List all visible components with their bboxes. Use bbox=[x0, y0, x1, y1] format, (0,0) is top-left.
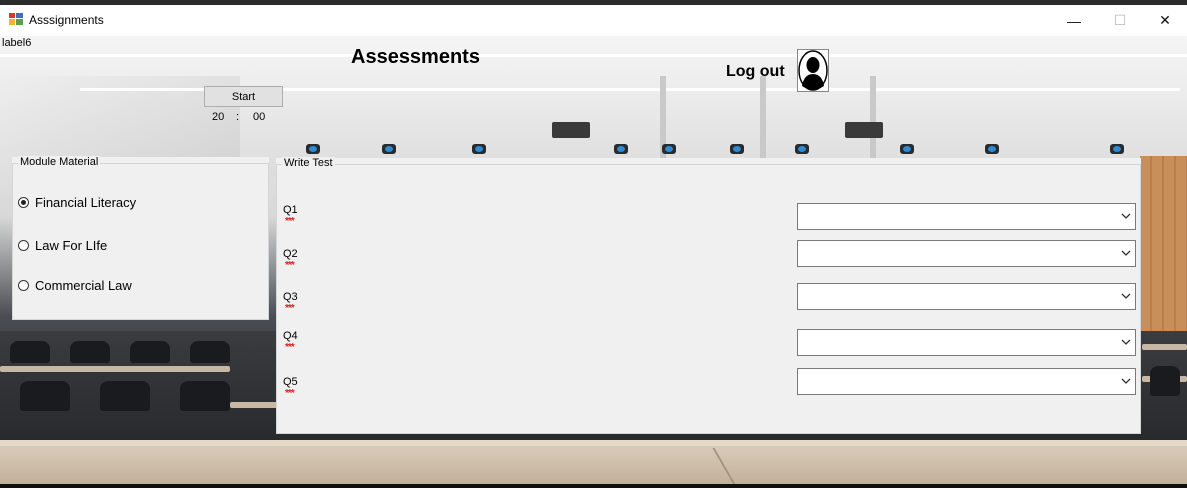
radio-unchecked-icon bbox=[18, 240, 29, 251]
close-button[interactable]: ✕ bbox=[1142, 5, 1187, 36]
user-silhouette-icon[interactable] bbox=[797, 49, 829, 92]
question-label: Q2 bbox=[283, 248, 298, 260]
module-material-legend: Module Material bbox=[18, 156, 101, 168]
module-material-group: Module Material Financial Literacy Law F… bbox=[12, 156, 269, 320]
required-marker: *** bbox=[285, 260, 295, 271]
q5-answer-combobox[interactable] bbox=[797, 368, 1136, 395]
chevron-down-icon bbox=[1121, 213, 1131, 219]
timer-separator: : bbox=[236, 111, 240, 123]
maximize-button[interactable]: ☐ bbox=[1097, 5, 1143, 36]
radio-unchecked-icon bbox=[18, 280, 29, 291]
avatar-silhouette bbox=[798, 50, 828, 91]
title-bar[interactable]: Asssignments — ☐ ✕ bbox=[0, 5, 1187, 36]
maximize-icon: ☐ bbox=[1113, 12, 1127, 28]
write-test-group: Write Test Q1 *** Q2 *** Q3 *** Q4 *** Q… bbox=[276, 157, 1141, 434]
start-button-label: Start bbox=[231, 90, 256, 103]
required-marker: *** bbox=[285, 388, 295, 399]
radio-financial-literacy[interactable]: Financial Literacy bbox=[18, 195, 136, 210]
label6-text: label6 bbox=[2, 37, 32, 49]
assignments-window: Asssignments — ☐ ✕ label6 Assessments Lo… bbox=[0, 0, 1187, 488]
question-label: Q3 bbox=[283, 291, 298, 303]
timer-seconds: 00 bbox=[253, 111, 266, 123]
timer-minutes: 20 bbox=[212, 111, 225, 123]
radio-commercial-law[interactable]: Commercial Law bbox=[18, 278, 132, 293]
chevron-down-icon bbox=[1121, 339, 1131, 345]
logout-link[interactable]: Log out bbox=[726, 63, 785, 81]
radio-label: Law For LIfe bbox=[35, 238, 108, 253]
question-label: Q5 bbox=[283, 376, 298, 388]
required-marker: *** bbox=[285, 303, 295, 314]
radio-law-for-life[interactable]: Law For LIfe bbox=[18, 238, 107, 253]
write-test-legend: Write Test bbox=[282, 157, 335, 169]
question-label: Q4 bbox=[283, 330, 298, 342]
radio-checked-icon bbox=[18, 197, 29, 208]
question-label: Q1 bbox=[283, 204, 298, 216]
radio-label: Commercial Law bbox=[35, 278, 132, 293]
required-marker: *** bbox=[285, 342, 295, 353]
chevron-down-icon bbox=[1121, 293, 1131, 299]
radio-label: Financial Literacy bbox=[35, 195, 137, 210]
minimize-button[interactable]: — bbox=[1051, 5, 1097, 36]
required-marker: *** bbox=[285, 216, 295, 227]
page-title: Assessments bbox=[351, 46, 480, 68]
app-icon bbox=[9, 13, 23, 25]
form-client-area: label6 Assessments Log out Start 20 : 00… bbox=[0, 36, 1187, 488]
close-icon: ✕ bbox=[1159, 12, 1171, 28]
chevron-down-icon bbox=[1121, 378, 1131, 384]
start-button[interactable]: Start bbox=[204, 86, 283, 107]
q2-answer-combobox[interactable] bbox=[797, 240, 1136, 267]
q1-answer-combobox[interactable] bbox=[797, 203, 1136, 230]
q3-answer-combobox[interactable] bbox=[797, 283, 1136, 310]
window-title: Asssignments bbox=[29, 13, 104, 27]
minimize-icon: — bbox=[1067, 12, 1081, 29]
chevron-down-icon bbox=[1121, 250, 1131, 256]
q4-answer-combobox[interactable] bbox=[797, 329, 1136, 356]
